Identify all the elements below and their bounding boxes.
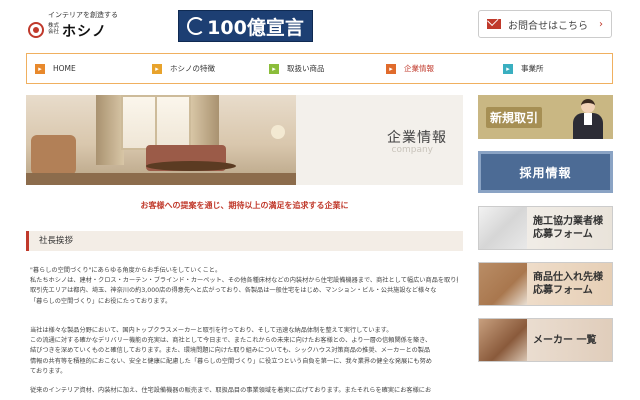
maker-list-label: メーカー 一覧 — [533, 334, 597, 346]
paragraph-line: 私たちホシノは、建材・クロス・カーテン・ブラインド・カーペット、その他各種床材な… — [30, 277, 458, 285]
paragraph-line: 取引先エリアは都内、埼玉、神奈川の約3,000店の得意先へと広がっており、各製品… — [30, 287, 437, 295]
paragraph-3: 従来のインテリア資材、内装材に加え、住宅設備機器の販売まで、取扱品目の事業領域を… — [30, 386, 458, 396]
paragraph-line: 従来のインテリア資材、内装材に加え、住宅設備機器の販売まで、取扱品目の事業領域を… — [30, 387, 432, 394]
contact-label: お問合せはこちら — [508, 20, 588, 32]
page-subtitle: company — [391, 145, 433, 155]
paragraph-line: 当社は様々な製品分野において、国内トップクラスメーカーと取引を行っており、そして… — [30, 327, 393, 334]
partner-form-line-2: 応募フォーム — [533, 229, 593, 240]
paragraph-line: 結びつきを深めていくものと確信しております。また、環境問題に向けた取り組みについ… — [30, 347, 431, 355]
tagline: お客様への提案を通じ、期待以上の満足を追求する企業に — [140, 201, 349, 210]
logo-mark-icon — [28, 22, 44, 38]
living-room-photo — [26, 95, 296, 185]
new-business-label: 新規取引 — [486, 106, 543, 128]
arrow-right-icon: ▸ — [386, 63, 396, 74]
logo-name: ホシノ — [62, 24, 107, 40]
nav-item[interactable]: ▸ 企業情報 — [378, 54, 495, 83]
arrow-right-icon: ▸ — [152, 63, 162, 74]
nav-item-label: HOME — [53, 64, 76, 73]
recruit-label: 採用情報 — [519, 165, 572, 180]
banner-swirl-icon — [187, 17, 206, 35]
page-title: 企業情報 — [387, 130, 447, 146]
supplier-form-banner[interactable]: 商品仕入れ先様 応募フォーム — [478, 262, 613, 306]
nav-item[interactable]: ▸ 取扱い商品 — [261, 54, 378, 83]
logo-tagline: インテリアを創造する — [48, 11, 118, 19]
paragraph-line: "暮らしの空間づくり"にあらゆる角度からお手伝いをしていくこと。 — [30, 267, 222, 274]
arrow-right-icon: ▸ — [503, 63, 513, 74]
paragraph-1: "暮らしの空間づくり"にあらゆる角度からお手伝いをしていくこと。 私たちホシノは… — [30, 266, 458, 307]
nav-item[interactable]: ▸ HOME — [27, 54, 144, 83]
nav-item-label: ホシノの特徴 — [170, 64, 215, 73]
banner-text: 100億宣言 — [207, 16, 304, 39]
nav-item-label: 事業所 — [521, 64, 544, 73]
maker-list-banner[interactable]: メーカー 一覧 — [478, 318, 613, 362]
supplier-form-line-1: 商品仕入れ先様 — [533, 272, 603, 283]
wood-room-photo — [479, 263, 527, 305]
businesswoman-photo — [569, 97, 607, 139]
nav-item[interactable]: ▸ 事業所 — [495, 54, 612, 83]
paragraph-line: 「暮らしの空間づくり」にお役にたっております。 — [30, 297, 172, 305]
paragraph-line: この流通に対する確かなデリバリー機能の充実は、商社として今日まで、またこれからの… — [30, 337, 432, 345]
contact-button[interactable]: お問合せはこちら › — [478, 10, 612, 38]
hundred-billion-banner[interactable]: 100億宣言 — [178, 10, 313, 42]
paragraph-2: 当社は様々な製品分野において、国内トップクラスメーカーと取引を行っており、そして… — [30, 326, 458, 377]
arrow-right-icon: ▸ — [269, 63, 279, 74]
interior-photo — [479, 319, 527, 361]
chevron-right-icon: › — [599, 18, 603, 30]
company-logo[interactable]: インテリアを創造する 株式会社 ホシノ — [28, 10, 118, 40]
nav-item-label: 企業情報 — [404, 64, 434, 73]
hero-banner: 企業情報 company — [26, 95, 463, 185]
room-photo — [479, 207, 527, 249]
paragraph-line: ております。 — [30, 367, 67, 375]
nav-item[interactable]: ▸ ホシノの特徴 — [144, 54, 261, 83]
arrow-right-icon: ▸ — [35, 63, 45, 74]
main-nav: ▸ HOME ▸ ホシノの特徴 ▸ 取扱い商品 ▸ 企業情報 ▸ 事業所 — [26, 53, 613, 84]
partner-form-banner[interactable]: 施工協力業者様 応募フォーム — [478, 206, 613, 250]
new-business-banner[interactable]: 新規取引 — [478, 95, 613, 139]
supplier-form-line-2: 応募フォーム — [533, 285, 593, 296]
nav-item-label: 取扱い商品 — [287, 64, 325, 73]
recruit-banner[interactable]: 採用情報 — [478, 151, 613, 193]
section-title: 社長挨拶 — [26, 231, 463, 251]
mail-icon — [487, 19, 501, 29]
paragraph-line: 情報の共有等を積極的におこない、安全と健康に配慮した「暮らしの空間づくり」に役立… — [30, 357, 432, 365]
logo-company-type: 株式会社 — [48, 23, 60, 35]
partner-form-line-1: 施工協力業者様 — [533, 216, 603, 227]
